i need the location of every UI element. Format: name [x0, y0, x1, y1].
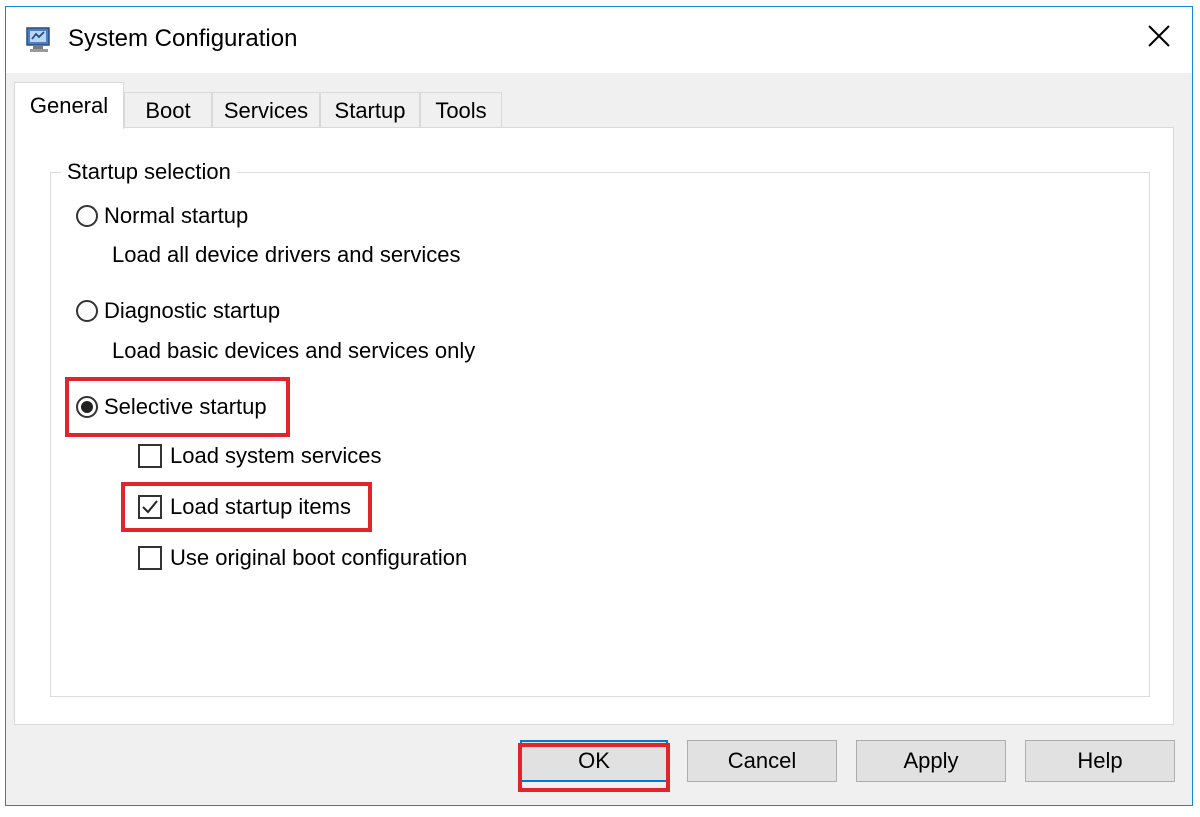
tab-startup[interactable]: Startup	[320, 92, 420, 128]
checkbox-icon	[138, 546, 162, 570]
close-icon	[1146, 23, 1172, 54]
radio-icon	[76, 205, 98, 227]
cancel-button[interactable]: Cancel	[687, 740, 837, 782]
load-system-services-label: Load system services	[170, 443, 382, 468]
load-startup-items-label: Load startup items	[170, 494, 351, 519]
group-title: Startup selection	[61, 159, 237, 185]
tab-general[interactable]: General	[14, 82, 124, 129]
help-button[interactable]: Help	[1025, 740, 1175, 782]
load-system-services-checkbox[interactable]: Load system services	[138, 443, 382, 469]
apply-button[interactable]: Apply	[856, 740, 1006, 782]
tab-services[interactable]: Services	[212, 92, 320, 128]
radio-selected-icon	[76, 396, 98, 418]
use-original-boot-config-checkbox[interactable]: Use original boot configuration	[138, 545, 467, 571]
diagnostic-startup-label: Diagnostic startup	[104, 298, 281, 323]
general-tab-content: Startup selection Normal startup Load al…	[14, 127, 1174, 725]
ok-button[interactable]: OK	[520, 740, 668, 782]
selective-startup-radio[interactable]: Selective startup	[76, 394, 267, 420]
tab-tools[interactable]: Tools	[420, 92, 502, 128]
close-button[interactable]	[1126, 7, 1192, 69]
diagnostic-startup-description: Load basic devices and services only	[112, 338, 476, 363]
normal-startup-description: Load all device drivers and services	[112, 242, 461, 267]
diagnostic-startup-radio[interactable]: Diagnostic startup	[76, 298, 280, 324]
tab-boot[interactable]: Boot	[124, 92, 212, 128]
radio-icon	[76, 300, 98, 322]
normal-startup-radio[interactable]: Normal startup	[76, 203, 248, 229]
checkbox-checked-icon	[138, 495, 162, 519]
msconfig-icon	[24, 25, 54, 55]
load-startup-items-checkbox[interactable]: Load startup items	[138, 494, 351, 520]
normal-startup-label: Normal startup	[104, 203, 249, 228]
title-bar: System Configuration	[6, 7, 1192, 73]
window-title: System Configuration	[68, 25, 298, 52]
use-original-boot-config-label: Use original boot configuration	[170, 545, 468, 570]
checkbox-icon	[138, 444, 162, 468]
selective-startup-label: Selective startup	[104, 394, 267, 419]
